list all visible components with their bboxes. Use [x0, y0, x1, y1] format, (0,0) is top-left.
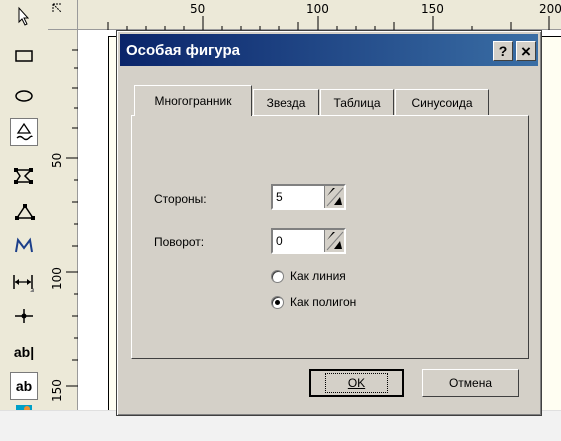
radio-as-polygon-label[interactable]: Как полигон: [290, 295, 356, 309]
rotation-spin-arrows[interactable]: [324, 230, 344, 252]
arrow-pointer-icon: [18, 6, 30, 26]
sides-value[interactable]: 5: [276, 190, 283, 204]
sides-label: Стороны:: [154, 192, 207, 206]
triangle-wave-icon: [16, 122, 33, 141]
horizontal-ruler: 50 100 150 200: [78, 0, 561, 30]
polyline-icon: [15, 204, 35, 220]
radio-circle[interactable]: [271, 269, 284, 283]
radio-as-polygon[interactable]: Как полигон: [271, 295, 356, 309]
close-button[interactable]: ×: [516, 41, 536, 61]
radio-as-line[interactable]: Как линия: [271, 269, 346, 283]
frame-text-tool[interactable]: ab: [10, 372, 38, 400]
spin-arrows-icon: [326, 231, 344, 251]
ruler-top-label: 200: [539, 2, 561, 16]
ruler-corner[interactable]: [48, 0, 78, 30]
ruler-left-label: 150: [50, 379, 64, 402]
sides-spinbox[interactable]: 5: [271, 184, 346, 210]
dialog-title: Особая фигура: [126, 41, 240, 59]
dimension-icon: [13, 275, 34, 292]
radio-dot: [275, 299, 280, 305]
ruler-top-label: 50: [190, 2, 206, 16]
sides-spin-arrows[interactable]: [324, 186, 344, 208]
special-shape-dialog: Особая фигура ? × Многогранник Звезда Та…: [116, 30, 542, 416]
ruler-top-label: 100: [306, 2, 329, 16]
text-tool[interactable]: ab|: [10, 338, 38, 366]
rotation-spinbox[interactable]: 0: [271, 228, 346, 254]
ruler-top-label: 150: [421, 2, 444, 16]
tab-table[interactable]: Таблица: [320, 89, 394, 115]
bezier-tool[interactable]: [10, 232, 38, 260]
tab-sinusoid[interactable]: Синусоида: [395, 89, 489, 115]
polygon-icon: [14, 168, 33, 184]
rotation-label: Поворот:: [154, 235, 205, 249]
tab-panel: Стороны: 5 Поворот: 0 Как линия Как поли…: [131, 115, 529, 359]
help-icon: ?: [498, 43, 508, 59]
radio-circle-checked[interactable]: [271, 295, 284, 309]
dialog-titlebar[interactable]: Особая фигура ? ×: [120, 34, 538, 66]
polygon-tool[interactable]: [10, 162, 38, 190]
dimension-tool[interactable]: [10, 268, 38, 296]
bezier-curve-icon: [15, 237, 33, 253]
rotation-value[interactable]: 0: [276, 234, 283, 248]
ok-button[interactable]: OK: [309, 369, 404, 397]
cancel-button[interactable]: Отмена: [422, 369, 519, 397]
ruler-left-label: 100: [50, 267, 64, 290]
pointer-tool[interactable]: [10, 2, 38, 30]
close-icon: ×: [521, 41, 531, 61]
polyline-tool[interactable]: [10, 198, 38, 226]
ellipse-icon: [15, 90, 33, 102]
ok-button-label: OK: [324, 373, 389, 393]
toolbox: ab| ab: [0, 0, 48, 441]
ruler-left-label: 50: [50, 152, 64, 168]
tab-polyhedron[interactable]: Многогранник: [134, 85, 252, 116]
ruler-origin-icon: [52, 3, 62, 13]
special-shape-tool[interactable]: [10, 118, 38, 146]
crosshair-icon: [15, 309, 33, 323]
rectangle-icon: [15, 50, 33, 62]
spin-arrows-icon: [326, 187, 344, 207]
tab-star[interactable]: Звезда: [253, 89, 319, 115]
radio-as-line-label[interactable]: Как линия: [290, 269, 346, 283]
help-button[interactable]: ?: [493, 41, 513, 61]
ellipse-tool[interactable]: [10, 82, 38, 110]
line-tool[interactable]: [10, 302, 38, 330]
vertical-ruler: 50 100 150: [48, 30, 78, 410]
cancel-button-label: Отмена: [448, 376, 493, 390]
ruler-left-ticks: [66, 49, 78, 387]
rectangle-tool[interactable]: [10, 42, 38, 70]
